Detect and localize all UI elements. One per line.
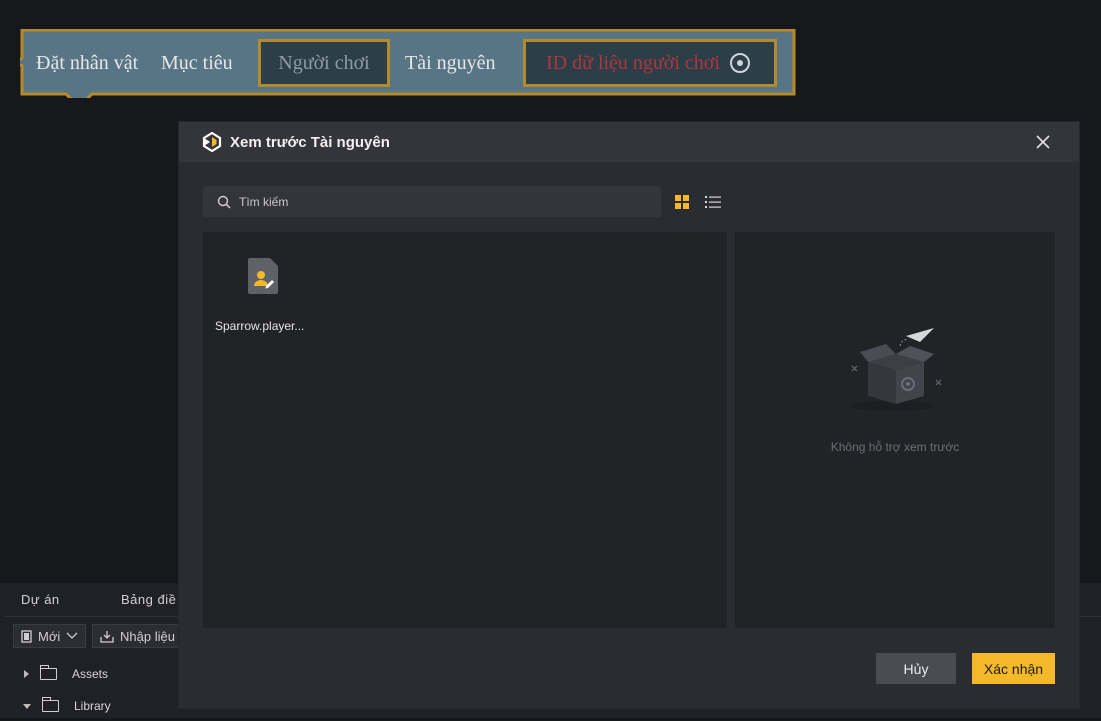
- player-data-file-icon: [248, 258, 278, 294]
- tree-item-library[interactable]: Library: [0, 691, 180, 721]
- target-label: Mục tiêu: [161, 52, 233, 74]
- search-input[interactable]: [237, 193, 641, 210]
- target-radio-icon[interactable]: [729, 53, 750, 73]
- cancel-button[interactable]: Hủy: [876, 653, 956, 684]
- player-data-id-slot[interactable]: ID dữ liệu người chơi: [523, 39, 777, 87]
- import-button[interactable]: Nhập liệu: [92, 624, 183, 648]
- tree-item-label: Assets: [72, 667, 109, 681]
- folder-icon: [39, 665, 57, 680]
- dialog-header: Xem trước Tài nguyên: [179, 122, 1079, 162]
- resource-preview-dialog: Xem trước Tài nguyên Sparrow.pl: [179, 122, 1079, 708]
- tab-dashboard[interactable]: Bảng điề: [121, 592, 176, 607]
- new-button-label: Mới: [38, 628, 61, 644]
- expand-caret-icon[interactable]: [24, 670, 29, 678]
- file-list-pane: Sparrow.player...: [203, 232, 727, 628]
- search-box: [203, 186, 661, 217]
- tab-project[interactable]: Dự án: [21, 592, 60, 607]
- import-button-label: Nhập liệu: [120, 628, 175, 644]
- set-character-label: Đặt nhân vật: [36, 52, 139, 74]
- list-view-icon[interactable]: [705, 194, 721, 210]
- player-data-id-label: ID dữ liệu người chơi: [546, 51, 720, 74]
- player-slot-label: Người chơi: [278, 51, 370, 74]
- folder-icon: [41, 697, 59, 712]
- empty-box-illustration-icon: [850, 328, 942, 411]
- file-item[interactable]: Sparrow.player...: [213, 258, 309, 336]
- tree-item-label: Library: [74, 699, 111, 713]
- code-block-set-character[interactable]: Đặt nhân vật Mục tiêu Người chơi Tài ngu…: [20, 29, 796, 98]
- grid-view-icon[interactable]: [675, 195, 689, 209]
- tree-item-assets[interactable]: Assets: [0, 659, 180, 689]
- dialog-title: Xem trước Tài nguyên: [230, 134, 390, 151]
- app-logo-icon: [202, 132, 222, 152]
- import-icon: [100, 630, 114, 643]
- preview-pane: Không hỗ trợ xem trước: [735, 232, 1055, 628]
- player-slot[interactable]: Người chơi: [258, 39, 390, 87]
- preview-unsupported-text: Không hỗ trợ xem trước: [830, 440, 960, 454]
- search-icon: [217, 195, 231, 209]
- new-file-icon: [21, 629, 32, 643]
- collapse-caret-icon[interactable]: [23, 703, 31, 709]
- resource-label: Tài nguyên: [405, 52, 496, 74]
- confirm-button[interactable]: Xác nhận: [972, 653, 1055, 684]
- chevron-down-icon: [66, 632, 78, 639]
- file-name: Sparrow.player...: [215, 319, 305, 333]
- new-button[interactable]: Mới: [13, 624, 87, 648]
- close-icon[interactable]: [1035, 134, 1051, 150]
